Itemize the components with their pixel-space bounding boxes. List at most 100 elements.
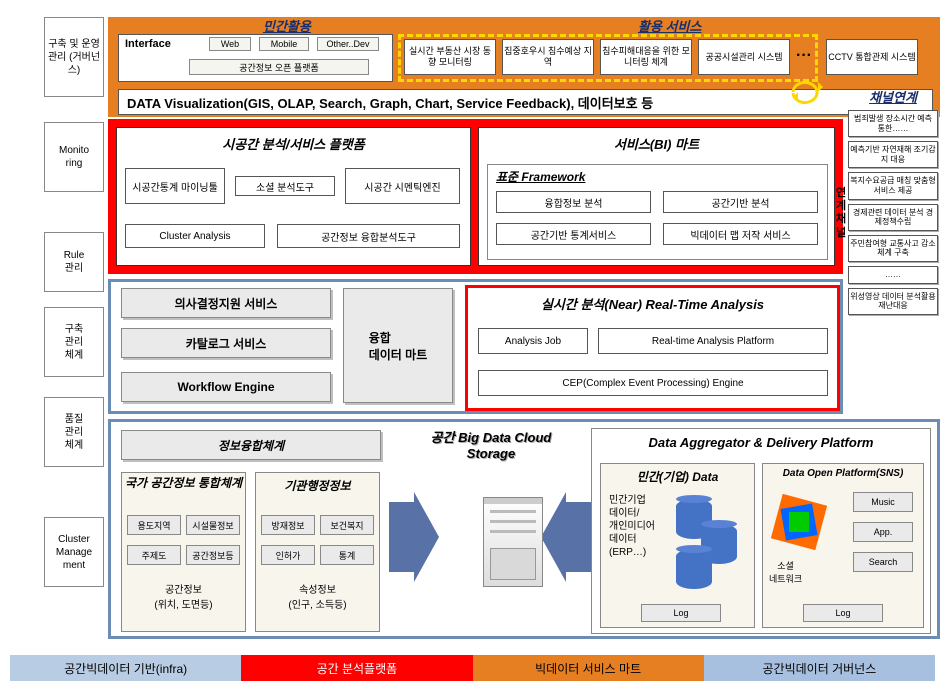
rt-platform: Real-time Analysis Platform — [598, 328, 828, 354]
sidebar-label: 구축 및 운영 관리 (거버넌스) — [47, 38, 101, 77]
channel-title: 채널연계 — [848, 87, 938, 106]
channel-item-crime: 범죄발생 장소시간 예측 통한…… — [848, 110, 938, 137]
sidebar-cluster: Cluster Manage ment — [44, 517, 104, 587]
sidebar-quality: 품질 관리 체계 — [44, 397, 104, 467]
search-button[interactable]: Search — [853, 552, 913, 572]
viz-text: DATA Visualization(GIS, OLAP, Search, Gr… — [127, 93, 653, 112]
mobile-button[interactable]: Mobile — [259, 37, 309, 51]
svc-realestate[interactable]: 실시간 부동산 시장 동향 모니터링 — [404, 39, 496, 75]
channel-item-satellite: 위성영상 데이터 분석활용 재난대응 — [848, 288, 938, 315]
sidebar-label: Cluster Manage ment — [56, 533, 92, 572]
spatiotemporal-platform-panel: 시공간 분석/서비스 플랫폼 시공간통계 마이닝툴 소셜 분석도구 시공간 시멘… — [116, 127, 471, 266]
sns-label: 소셜 네트워크 — [769, 559, 802, 585]
hwalyong-title: 활용 서비스 — [638, 16, 701, 35]
agency-title: 기관행정정보 — [256, 473, 379, 498]
framework-box: 표준 Framework 융합정보 분석 공간기반 분석 공간기반 통계서비스 … — [487, 164, 828, 260]
cell-spatial-stats: 공간기반 통계서비스 — [496, 223, 651, 245]
private-data-panel: 민간(기업) Data 민간기업 데이터/ 개인미디어 데이터 (ERP…) L… — [600, 463, 755, 628]
sidebar-label: Rule 관리 — [64, 249, 85, 275]
nat-cell-0: 용도지역 — [127, 515, 181, 535]
agency-cell-2: 인허가 — [261, 545, 315, 565]
channel-item-welfare: 복지수요공급 매칭 맞춤형 서비스 제공 — [848, 172, 938, 199]
diagram-canvas: 구축 및 운영 관리 (거버넌스) Monito ring Rule 관리 구축… — [0, 0, 945, 687]
agency-cell-3: 통계 — [320, 545, 374, 565]
svc-flood-monitor[interactable]: 침수피해대응을 위한 모니터링 체계 — [600, 39, 692, 75]
nat-cell-1: 시설물정보 — [186, 515, 240, 535]
interface-box: Interface Web Mobile Other..Dev 공간정보 오픈 … — [118, 34, 393, 82]
agency-sub: 속성정보 (인구, 소득등) — [256, 581, 379, 611]
svc-facility[interactable]: 공공시설관리 시스템 — [698, 39, 790, 75]
legend-analysis: 공간 분석플랫폼 — [241, 655, 472, 681]
cloud-storage-title: 공간 Big Data Cloud Storage — [411, 430, 571, 461]
rt-cep: CEP(Complex Event Processing) Engine — [478, 370, 828, 396]
panel-title: 시공간 분석/서비스 플랫폼 — [117, 128, 470, 159]
music-button[interactable]: Music — [853, 492, 913, 512]
agency-cell-0: 방재정보 — [261, 515, 315, 535]
cell-bigdata-map: 빅데이터 맵 저작 서비스 — [663, 223, 818, 245]
sidebar-governance: 구축 및 운영 관리 (거버넌스) — [44, 17, 104, 97]
sidebar-build: 구축 관리 체계 — [44, 307, 104, 377]
panel-title: 서비스(BI) 마트 — [479, 128, 834, 159]
nat-title: 국가 공간정보 통합체계 — [122, 473, 245, 494]
app-button[interactable]: App. — [853, 522, 913, 542]
sidebar-monitoring: Monito ring — [44, 122, 104, 192]
vertical-channel-label: 연계채널 — [834, 187, 848, 240]
agg-title: Data Aggregator & Delivery Platform — [592, 429, 930, 456]
open-platform-panel: Data Open Platform(SNS) 소셜 네트워크 Music Ap… — [762, 463, 924, 628]
rt-title: 실시간 분석(Near) Real-Time Analysis — [468, 288, 837, 319]
nat-cell-3: 공간정보등 — [186, 545, 240, 565]
channel-item-disaster: 예측기반 자연재해 조기감지 대응 — [848, 141, 938, 168]
nat-cell-2: 주제도 — [127, 545, 181, 565]
channel-item-etc: …… — [848, 266, 938, 284]
log-button[interactable]: Log — [641, 604, 721, 622]
mingan-title: 민간활용 — [263, 16, 311, 35]
sidebar: 구축 및 운영 관리 (거버넌스) Monito ring Rule 관리 구축… — [44, 17, 104, 641]
feedback-loop-icon — [788, 77, 828, 107]
db-icon — [676, 549, 712, 594]
framework-title: 표준 Framework — [488, 165, 827, 188]
other-button[interactable]: Other..Dev — [317, 37, 379, 51]
cube-icon — [771, 494, 827, 550]
arrow-left-icon — [541, 492, 591, 582]
fusion-mart-box: 융합 데이터 마트 — [343, 288, 453, 403]
sidebar-label: Monito ring — [59, 144, 89, 170]
svc-cctv[interactable]: CCTV 통합관제 시스템 — [826, 39, 918, 75]
realtime-analysis-panel: 실시간 분석(Near) Real-Time Analysis Analysis… — [465, 285, 840, 411]
sidebar-label: 품질 관리 체계 — [65, 413, 83, 452]
private-text: 민간기업 데이터/ 개인미디어 데이터 (ERP…) — [609, 494, 655, 559]
ellipsis-icon: ··· — [796, 47, 812, 65]
workflow-engine-box: Workflow Engine — [121, 372, 331, 402]
cell-fusion-tool: 공간정보 융합분석도구 — [277, 224, 460, 248]
legend-governance: 공간빅데이터 거버넌스 — [704, 655, 935, 681]
legend-mart: 빅데이터 서비스 마트 — [473, 655, 704, 681]
aggregator-panel: Data Aggregator & Delivery Platform 민간(기… — [591, 428, 931, 634]
arrow-right-icon — [389, 492, 439, 582]
channel-item-economy: 경제관련 데이터 분석 경제정책수립 — [848, 204, 938, 231]
agency-cell-1: 보건복지 — [320, 515, 374, 535]
national-spatial-panel: 국가 공간정보 통합체계 용도지역 시설물정보 주제도 공간정보등 공간정보 (… — [121, 472, 246, 632]
red-analysis-block: 시공간 분석/서비스 플랫폼 시공간통계 마이닝툴 소셜 분석도구 시공간 시멘… — [108, 119, 843, 274]
open-platform-button[interactable]: 공간정보 오픈 플랫폼 — [189, 59, 369, 75]
private-title: 민간(기업) Data — [601, 464, 754, 489]
web-button[interactable]: Web — [209, 37, 251, 51]
channel-column: 채널연계 범죄발생 장소시간 예측 통한…… 예측기반 자연재해 조기감지 대응… — [848, 87, 938, 407]
cell-social: 소셜 분석도구 — [235, 176, 335, 196]
decision-service-box: 의사결정지원 서비스 — [121, 288, 331, 318]
cell-cluster: Cluster Analysis — [125, 224, 265, 248]
legend: 공간빅데이터 기반(infra) 공간 분석플랫폼 빅데이터 서비스 마트 공간… — [10, 655, 935, 681]
nat-sub: 공간정보 (위치, 도면등) — [122, 581, 245, 611]
orange-services-block: 민간활용 활용 서비스 Interface Web Mobile Other..… — [108, 17, 940, 117]
cell-mining: 시공간통계 마이닝툴 — [125, 168, 225, 204]
legend-infra: 공간빅데이터 기반(infra) — [10, 655, 241, 681]
cell-semantic: 시공간 시멘틱엔진 — [345, 168, 460, 204]
open-title: Data Open Platform(SNS) — [763, 464, 923, 483]
bi-mart-panel: 서비스(BI) 마트 표준 Framework 융합정보 분석 공간기반 분석 … — [478, 127, 835, 266]
log-button-2[interactable]: Log — [803, 604, 883, 622]
content-area: 민간활용 활용 서비스 Interface Web Mobile Other..… — [108, 17, 940, 641]
rt-analysis-job: Analysis Job — [478, 328, 588, 354]
cell-spatial-analysis: 공간기반 분석 — [663, 191, 818, 213]
svc-flood[interactable]: 집중호우시 침수예상 지역 — [502, 39, 594, 75]
channel-item-traffic: 주민참여형 교통사고 감소체계 구축 — [848, 235, 938, 262]
cell-fusion-analysis: 융합정보 분석 — [496, 191, 651, 213]
sidebar-label: 구축 관리 체계 — [65, 323, 83, 362]
